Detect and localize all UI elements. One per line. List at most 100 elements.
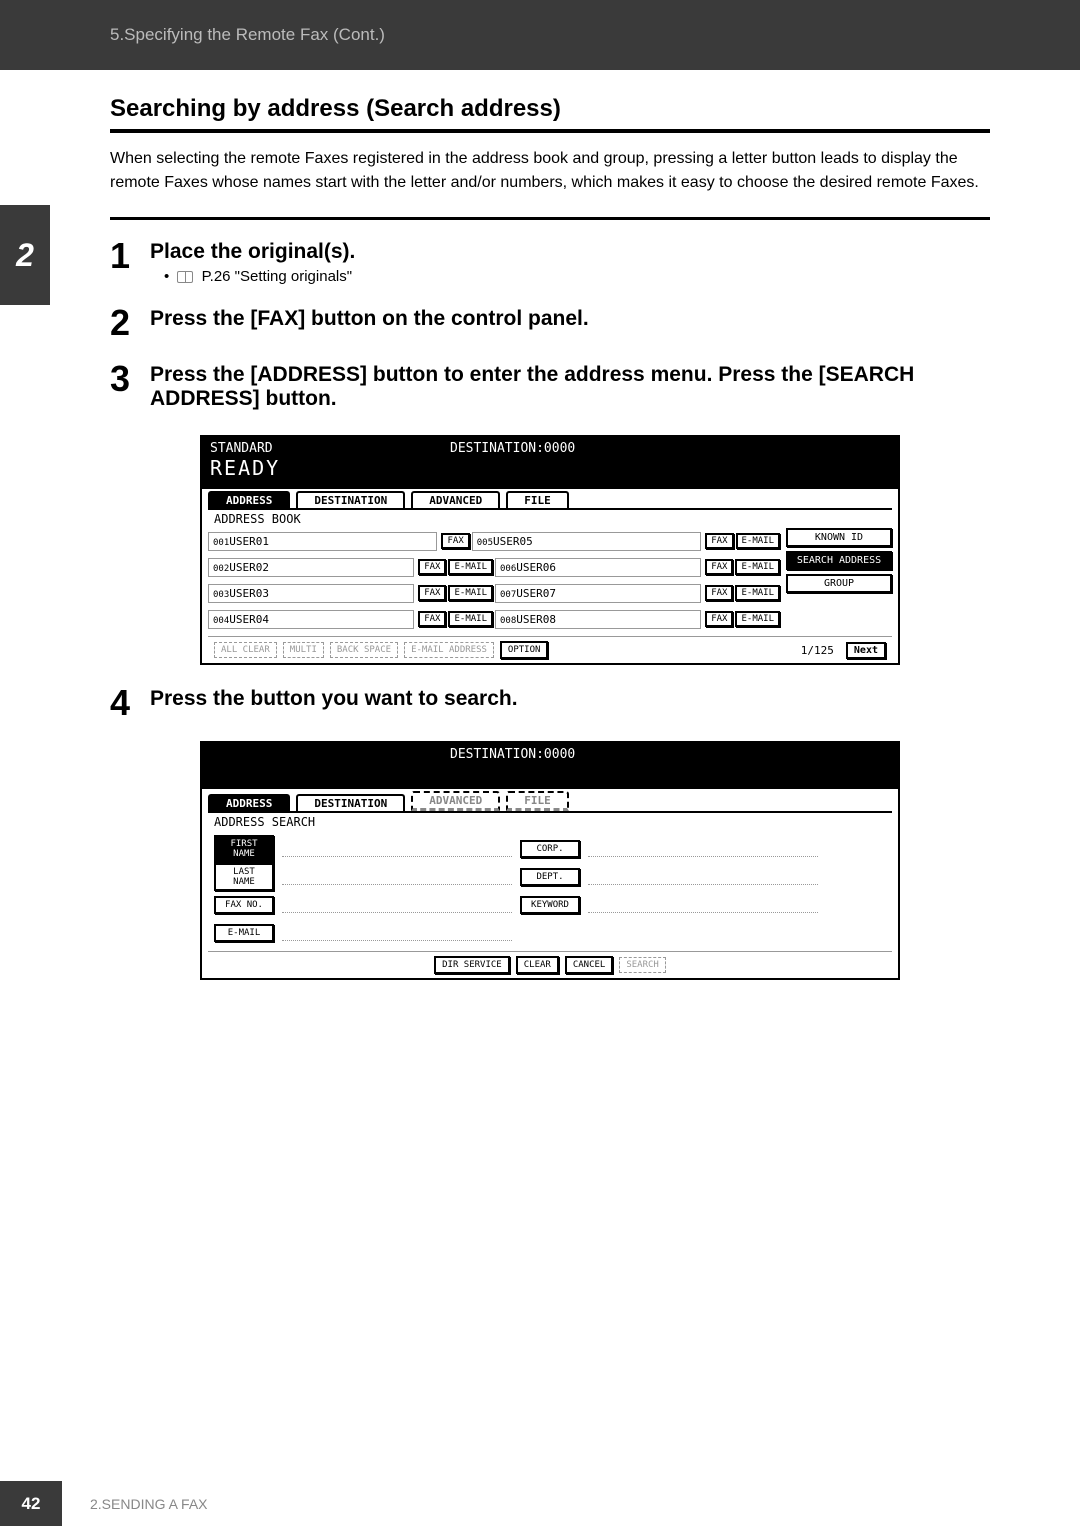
dept-field[interactable]: [588, 869, 818, 885]
address-search-screen: DESTINATION:0000 ADDRESS DESTINATION ADV…: [200, 741, 900, 980]
step-title: Press the [FAX] button on the control pa…: [150, 307, 990, 331]
faxno-button[interactable]: FAX NO.: [214, 896, 274, 914]
tab-address[interactable]: ADDRESS: [208, 491, 290, 508]
screen-subtitle: ADDRESS SEARCH: [208, 811, 892, 831]
multi-button[interactable]: MULTI: [283, 642, 324, 658]
cancel-button[interactable]: CANCEL: [565, 956, 614, 974]
chapter-side-tab: 2: [0, 205, 50, 305]
entry-006[interactable]: 006USER06: [495, 558, 701, 577]
fax-button[interactable]: FAX: [705, 533, 733, 549]
status-mode: STANDARD: [210, 441, 450, 456]
section-title: Searching by address (Search address): [110, 95, 990, 133]
dept-button[interactable]: DEPT.: [520, 868, 580, 886]
known-id-button[interactable]: KNOWN ID: [786, 528, 892, 547]
entry-007[interactable]: 007USER07: [495, 584, 701, 603]
address-row: 002USER02 FAX E-MAIL 006USER06 FAX E-MAI…: [208, 554, 782, 580]
entry-001[interactable]: 001USER01: [208, 532, 437, 551]
search-row: FAX NO. KEYWORD: [214, 891, 886, 919]
section-intro: When selecting the remote Faxes register…: [110, 147, 990, 220]
step-4: 4 Press the button you want to search.: [110, 685, 990, 721]
address-list: 001USER01 FAX 005USER05 FAX E-MAIL 002US…: [208, 528, 782, 632]
email-button[interactable]: E-MAIL: [736, 533, 781, 549]
step-title: Place the original(s).: [150, 240, 990, 264]
address-row: 001USER01 FAX 005USER05 FAX E-MAIL: [208, 528, 782, 554]
keyword-button[interactable]: KEYWORD: [520, 896, 580, 914]
fax-button[interactable]: FAX: [705, 611, 733, 627]
faxno-field[interactable]: [282, 897, 512, 913]
all-clear-button[interactable]: ALL CLEAR: [214, 642, 277, 658]
screen-statusbar: DESTINATION:0000: [202, 743, 898, 789]
tab-destination[interactable]: DESTINATION: [296, 491, 405, 508]
step-number: 2: [110, 305, 150, 341]
next-button[interactable]: Next: [846, 642, 886, 659]
fax-button[interactable]: FAX: [418, 559, 446, 575]
corp-field[interactable]: [588, 841, 818, 857]
status-empty: [210, 747, 450, 762]
corp-button[interactable]: CORP.: [520, 840, 580, 858]
email-button[interactable]: E-MAIL: [735, 559, 780, 575]
email-button[interactable]: E-MAIL: [448, 585, 493, 601]
step-bullet: P.26 "Setting originals": [164, 268, 990, 285]
entry-008[interactable]: 008USER08: [495, 610, 701, 629]
step-number: 3: [110, 361, 150, 415]
tabs-row: ADDRESS DESTINATION ADVANCED FILE: [202, 489, 898, 508]
lastname-button[interactable]: LAST NAME: [214, 863, 274, 891]
group-button[interactable]: GROUP: [786, 574, 892, 593]
fax-button[interactable]: FAX: [418, 585, 446, 601]
address-book-body: 001USER01 FAX 005USER05 FAX E-MAIL 002US…: [202, 528, 898, 636]
fax-button[interactable]: FAX: [418, 611, 446, 627]
fax-button[interactable]: FAX: [441, 533, 469, 549]
step-2: 2 Press the [FAX] button on the control …: [110, 305, 990, 341]
entry-003[interactable]: 003USER03: [208, 584, 414, 603]
backspace-button[interactable]: BACK SPACE: [330, 642, 398, 658]
search-address-button[interactable]: SEARCH ADDRESS: [786, 551, 892, 570]
page-count: 1/125: [801, 644, 834, 657]
main-content: Searching by address (Search address) Wh…: [0, 70, 1080, 980]
chapter-title: 2.SENDING A FAX: [90, 1496, 208, 1512]
entry-002[interactable]: 002USER02: [208, 558, 414, 577]
entry-005[interactable]: 005USER05: [472, 532, 701, 551]
page-footer: 42 2.SENDING A FAX: [0, 1481, 1080, 1526]
keyword-field[interactable]: [588, 897, 818, 913]
clear-button[interactable]: CLEAR: [516, 956, 559, 974]
lastname-field[interactable]: [282, 869, 512, 885]
chapter-number: 2: [16, 237, 34, 274]
option-button[interactable]: OPTION: [500, 641, 549, 659]
search-row: E-MAIL: [214, 919, 886, 947]
email-button[interactable]: E-MAIL: [448, 611, 493, 627]
entry-004[interactable]: 004USER04: [208, 610, 414, 629]
firstname-field[interactable]: [282, 841, 512, 857]
step-title: Press the [ADDRESS] button to enter the …: [150, 363, 990, 411]
fax-button[interactable]: FAX: [705, 559, 733, 575]
email-button[interactable]: E-MAIL: [448, 559, 493, 575]
address-book-screen: STANDARD DESTINATION:0000 READY ADDRESS …: [200, 435, 900, 665]
fax-button[interactable]: FAX: [705, 585, 733, 601]
step-title: Press the button you want to search.: [150, 687, 990, 711]
firstname-button[interactable]: FIRST NAME: [214, 835, 274, 863]
email-address-button[interactable]: E-MAIL ADDRESS: [404, 642, 494, 658]
email-button[interactable]: E-MAIL: [735, 585, 780, 601]
bullet-text: P.26 "Setting originals": [202, 268, 352, 285]
step-1: 1 Place the original(s). P.26 "Setting o…: [110, 238, 990, 285]
dir-service-button[interactable]: DIR SERVICE: [434, 956, 510, 974]
email-field[interactable]: [282, 925, 512, 941]
email-button[interactable]: E-MAIL: [214, 924, 274, 942]
bottom-toolbar: ALL CLEAR MULTI BACK SPACE E-MAIL ADDRES…: [208, 636, 892, 663]
tab-advanced[interactable]: ADVANCED: [411, 491, 500, 508]
page-number: 42: [0, 1481, 62, 1526]
email-button[interactable]: E-MAIL: [735, 611, 780, 627]
tab-destination[interactable]: DESTINATION: [296, 794, 405, 811]
step-number: 4: [110, 685, 150, 721]
search-row: FIRST NAME CORP.: [214, 835, 886, 863]
address-row: 003USER03 FAX E-MAIL 007USER07 FAX E-MAI…: [208, 580, 782, 606]
side-buttons: KNOWN ID SEARCH ADDRESS GROUP: [782, 528, 892, 632]
bottom-toolbar: DIR SERVICE CLEAR CANCEL SEARCH: [208, 951, 892, 978]
search-button[interactable]: SEARCH: [619, 957, 666, 973]
screen-subtitle: ADDRESS BOOK: [208, 508, 892, 528]
tab-address[interactable]: ADDRESS: [208, 794, 290, 811]
step-3: 3 Press the [ADDRESS] button to enter th…: [110, 361, 990, 415]
screen-statusbar: STANDARD DESTINATION:0000 READY: [202, 437, 898, 489]
tab-file[interactable]: FILE: [506, 491, 569, 508]
breadcrumb: 5.Specifying the Remote Fax (Cont.): [110, 25, 385, 44]
search-form: FIRST NAME CORP. LAST NAME DEPT. FAX NO.…: [208, 831, 892, 951]
